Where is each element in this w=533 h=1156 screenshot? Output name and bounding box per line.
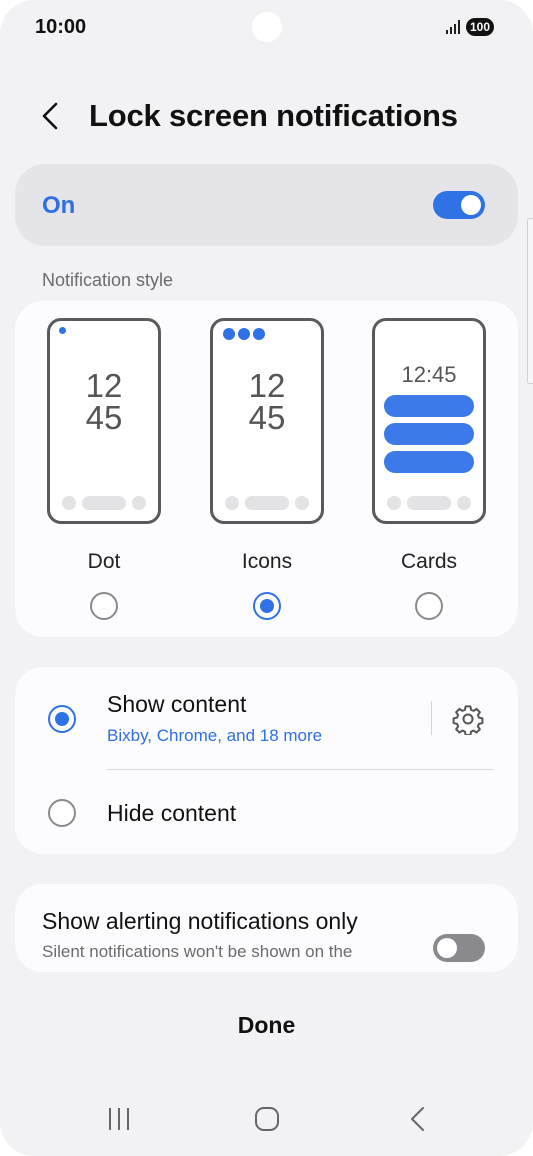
home-icon [255,1107,279,1131]
preview-clock: 12:45 [401,362,457,387]
style-option-cards[interactable]: 12:45 Cards [372,318,486,638]
preview-dock [375,496,483,510]
gear-icon [452,705,484,737]
phone-screen: 10:00 100 Lock screen notifications On N… [0,0,533,1156]
notification-style-card: 12 45 Dot 12 45 Icons 12:45 Cards [15,301,518,637]
back-icon [411,1107,424,1131]
notification-card-bar [384,395,474,417]
notification-card-bar [384,451,474,473]
style-option-icons[interactable]: 12 45 Icons [210,318,324,638]
radio-dot[interactable] [90,592,118,620]
preview-clock-hours: 12 [248,367,286,404]
nav-back-button[interactable] [398,1102,438,1136]
alerting-only-card[interactable]: Show alerting notifications only Silent … [15,884,518,972]
hide-content-title[interactable]: Hide content [107,800,236,827]
app-icon-dot [223,328,235,340]
alerting-only-description: Silent notifications won't be shown on t… [42,942,353,961]
option-divider [107,769,494,770]
show-content-apps-link[interactable]: Bixby, Chrome, and 18 more [107,726,322,746]
scrollbar[interactable] [527,218,533,384]
status-time: 10:00 [35,16,87,38]
preview-cards: 12:45 [372,318,486,524]
preview-dot: 12 45 [47,318,161,524]
done-button[interactable]: Done [0,1012,533,1039]
vertical-divider [431,701,432,735]
app-icon-dot [238,328,250,340]
recents-icon [109,1108,129,1130]
page-title: Lock screen notifications [89,98,458,133]
back-button[interactable] [36,98,68,134]
preview-icons: 12 45 [210,318,324,524]
camera-cutout [252,12,282,42]
radio-hide-content[interactable] [48,799,76,827]
section-label-notification-style: Notification style [42,270,174,290]
style-name-icons: Icons [241,550,293,573]
master-toggle[interactable] [433,191,485,219]
nav-home-button[interactable] [247,1102,287,1136]
content-visibility-card: Show content Bixby, Chrome, and 18 more … [15,667,518,854]
preview-dock [213,496,321,510]
nav-recents-button[interactable] [99,1102,139,1136]
battery-badge: 100 [466,18,495,36]
preview-clock-hours: 12 [85,367,123,404]
preview-clock-minutes: 45 [85,399,123,436]
app-icon-dot [253,328,265,340]
show-content-title[interactable]: Show content [107,691,246,718]
chevron-left-icon [42,102,58,130]
master-switch-label: On [42,192,76,219]
preview-dock [50,496,158,510]
toggle-knob [437,938,457,958]
alerting-only-toggle[interactable] [433,934,485,962]
style-name-dot: Dot [87,550,121,573]
notification-card-bar [384,423,474,445]
toggle-knob [461,195,481,215]
notification-dot-icon [59,327,66,334]
content-settings-button[interactable] [452,703,484,737]
master-switch-row[interactable]: On [15,164,518,246]
radio-show-content[interactable] [48,705,76,733]
preview-clock-minutes: 45 [248,399,286,436]
style-option-dot[interactable]: 12 45 Dot [47,318,161,638]
alerting-only-title: Show alerting notifications only [42,908,358,934]
signal-icon [446,20,462,34]
radio-cards[interactable] [415,592,443,620]
style-name-cards: Cards [400,550,458,573]
radio-icons[interactable] [253,592,281,620]
